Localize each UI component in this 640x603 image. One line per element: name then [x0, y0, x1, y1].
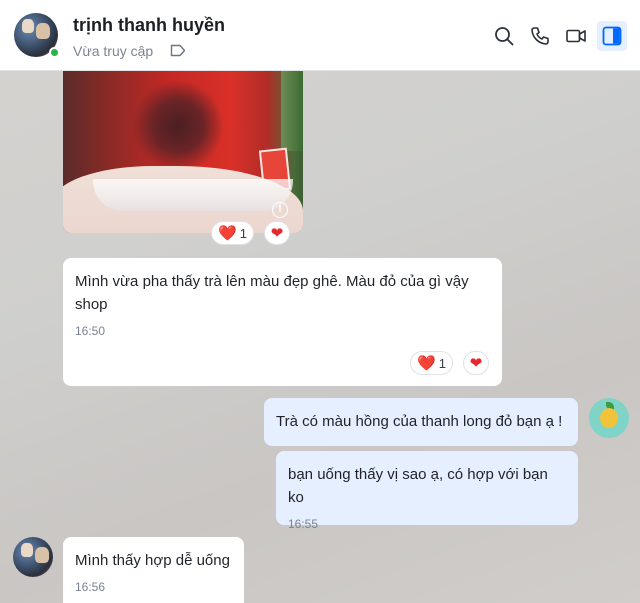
last-seen-status: Vừa truy cập — [73, 43, 154, 59]
my-avatar[interactable] — [589, 398, 629, 438]
reaction-summary[interactable]: ❤️ 1 — [211, 221, 254, 245]
heart-icon: ❤ — [469, 354, 483, 372]
message-bubble-outgoing[interactable]: Trà có màu hồng của thanh long đỏ bạn ạ … — [264, 398, 578, 446]
reaction-summary[interactable]: ❤️ 1 — [410, 351, 453, 375]
contact-avatar[interactable] — [13, 537, 53, 577]
chat-header: trịnh thanh huyền Vừa truy cập — [0, 0, 640, 71]
add-reaction-button[interactable]: ❤ — [264, 221, 290, 245]
avatar-fruit — [600, 408, 618, 428]
tag-icon[interactable] — [170, 44, 186, 57]
photo-tea-leaves — [133, 81, 223, 171]
photo-glass — [93, 179, 293, 211]
message-text: Trà có màu hồng của thanh long đỏ bạn ạ … — [276, 413, 563, 430]
heart-icon: ❤ — [270, 224, 284, 242]
message-time: 16:50 — [75, 324, 106, 338]
video-call-icon[interactable] — [565, 25, 587, 47]
message-bubble-incoming[interactable]: Mình thấy hợp dễ uống 16:56 — [63, 537, 244, 603]
add-reaction-button[interactable]: ❤ — [463, 351, 489, 375]
message-text: Mình thấy hợp dễ uống — [75, 552, 230, 569]
online-status-dot — [49, 47, 60, 58]
heart-icon: ❤️ — [218, 224, 237, 242]
photo-background — [281, 71, 303, 151]
message-bubble-outgoing[interactable]: bạn uống thấy vị sao ạ, có hợp với bạn k… — [276, 451, 578, 531]
contact-name[interactable]: trịnh thanh huyền — [73, 15, 225, 36]
info-icon[interactable]: ! — [272, 202, 288, 218]
reaction-count: 1 — [239, 225, 247, 241]
phone-icon[interactable] — [529, 25, 551, 47]
reaction-count: 1 — [438, 355, 446, 371]
message-text: Mình vừa pha thấy trà lên màu đẹp ghê. M… — [75, 273, 469, 313]
message-time: 16:56 — [75, 580, 106, 594]
search-icon[interactable] — [493, 25, 515, 47]
message-text: bạn uống thấy vị sao ạ, có hợp với bạn k… — [288, 466, 548, 506]
heart-icon: ❤️ — [417, 354, 436, 372]
tea-photo-message[interactable]: ! — [63, 71, 303, 233]
message-time: 16:55 — [288, 517, 319, 531]
sidebar-panel-icon[interactable] — [597, 21, 627, 51]
